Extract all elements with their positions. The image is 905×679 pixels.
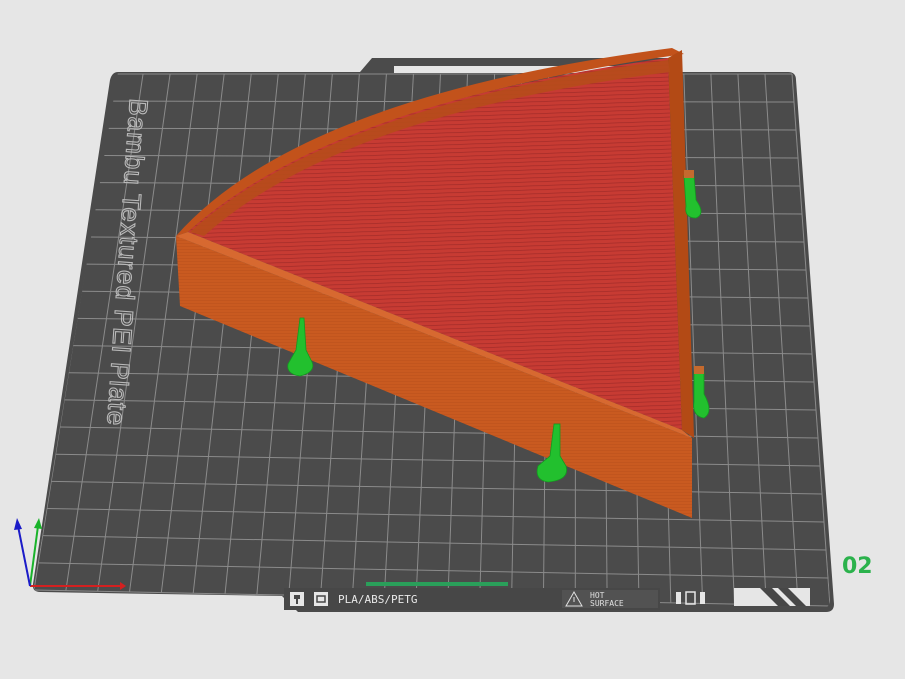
support-interface — [684, 170, 694, 178]
nozzle-icon — [290, 592, 304, 606]
plate-number[interactable]: 02 — [842, 554, 873, 579]
bed-icon — [314, 592, 328, 606]
surface-label: SURFACE — [590, 599, 624, 608]
strip-accent — [366, 582, 508, 586]
support-interface — [694, 366, 704, 374]
3d-viewport[interactable]: Bambu Textured PEI Plate PLA/ABS/PETG HO… — [0, 0, 905, 679]
plate-handle — [734, 588, 810, 606]
material-compat-label: PLA/ABS/PETG — [338, 593, 417, 606]
